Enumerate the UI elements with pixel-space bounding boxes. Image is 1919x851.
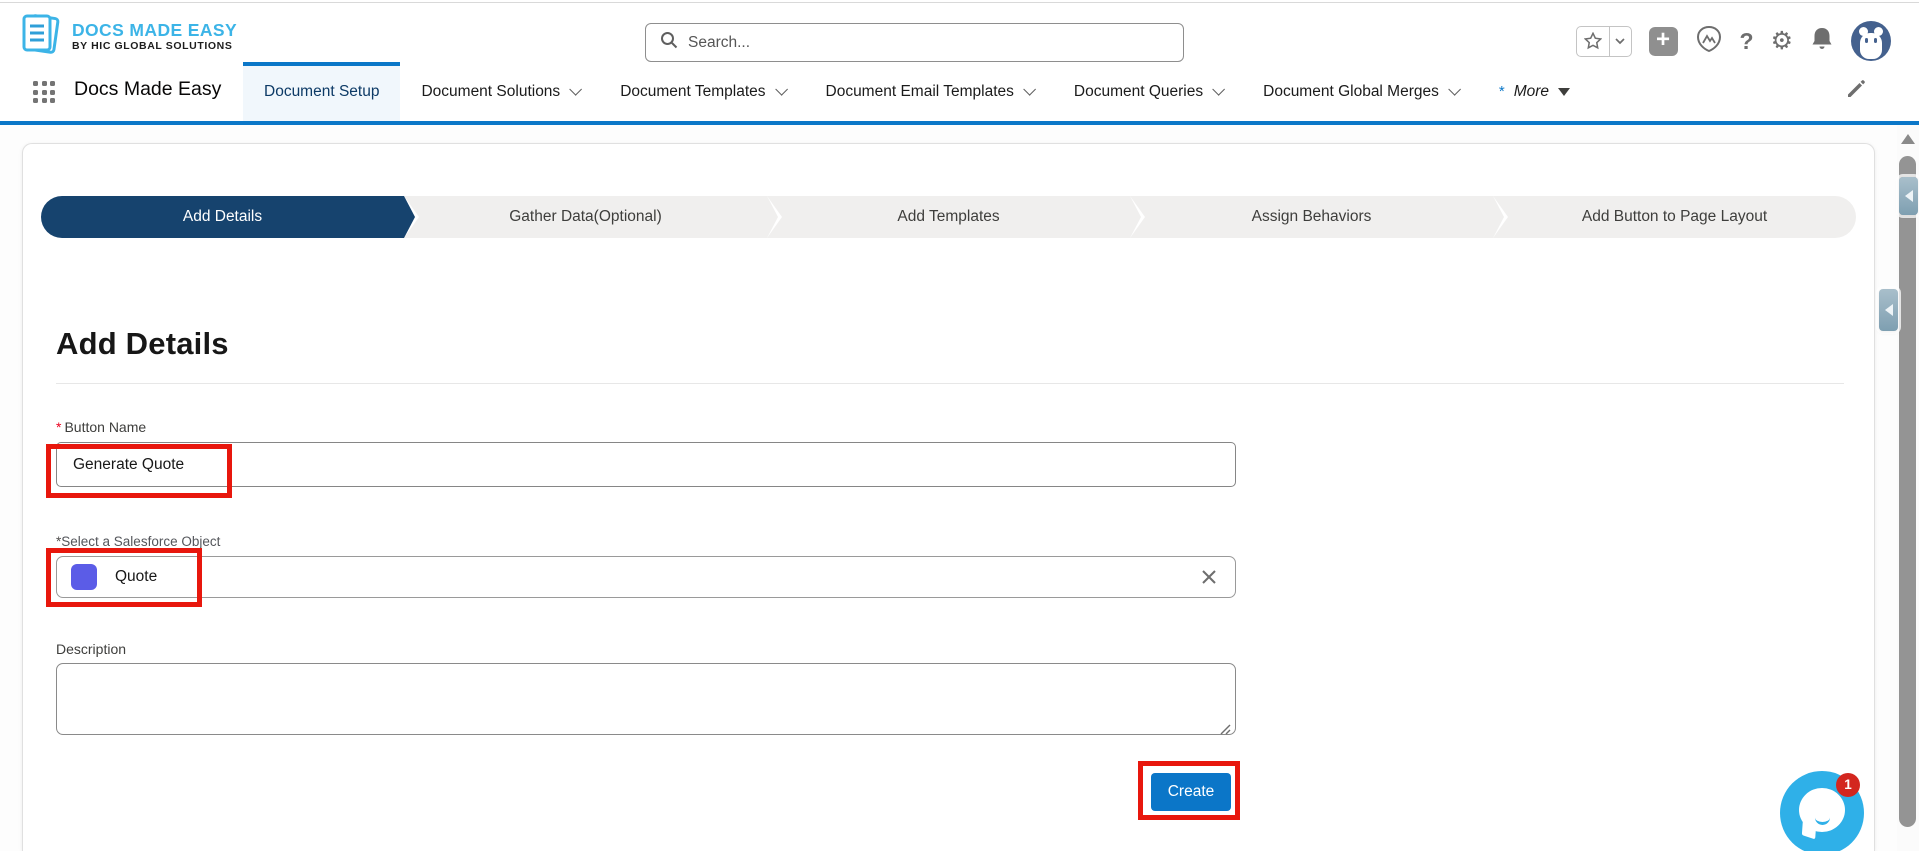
scrollbar-up-arrow-icon[interactable] xyxy=(1901,134,1915,144)
setup-gear-icon[interactable]: ⚙ xyxy=(1771,29,1793,54)
path-stage-label: Add Details xyxy=(183,208,262,226)
chevron-down-icon xyxy=(1023,83,1036,96)
chevron-down-icon xyxy=(569,83,582,96)
profile-avatar[interactable] xyxy=(1851,21,1891,61)
app-name: Docs Made Easy xyxy=(74,78,221,101)
path-stage-add-button-to-page-layout[interactable]: Add Button to Page Layout xyxy=(1493,196,1856,238)
tab-document-email-templates[interactable]: Document Email Templates xyxy=(805,62,1053,121)
chevron-down-icon xyxy=(775,83,788,96)
button-name-input[interactable] xyxy=(56,442,1236,487)
tab-document-global-merges[interactable]: Document Global Merges xyxy=(1242,62,1478,121)
favorites-star-icon[interactable] xyxy=(1577,27,1610,56)
logo-title: DOCS MADE EASY xyxy=(72,21,237,40)
description-label: Description xyxy=(56,641,126,657)
path-stage-label: Add Button to Page Layout xyxy=(1582,208,1767,226)
app-window: DOCS MADE EASY BY HIC GLOBAL SOLUTIONS xyxy=(0,0,1919,851)
path-stage-label: Gather Data(Optional) xyxy=(509,208,662,226)
app-navigation-bar: Docs Made Easy Document Setup Document S… xyxy=(0,62,1919,121)
chat-bubble-tail xyxy=(1802,821,1816,840)
page-title: Add Details xyxy=(56,326,229,362)
help-icon[interactable]: ? xyxy=(1740,28,1754,55)
description-textarea[interactable] xyxy=(56,663,1236,735)
tab-label: Document Setup xyxy=(264,83,379,101)
quote-object-icon xyxy=(71,564,97,590)
nav-tabs: Document Setup Document Solutions Docume… xyxy=(243,62,1591,121)
temporary-tab-star: * xyxy=(1499,83,1505,100)
tab-document-queries[interactable]: Document Queries xyxy=(1053,62,1242,121)
guidance-center-icon[interactable] xyxy=(1695,25,1723,58)
path-stage-label: Assign Behaviors xyxy=(1252,208,1372,226)
path-stage-gather-data[interactable]: Gather Data(Optional) xyxy=(404,196,767,238)
caret-down-icon xyxy=(1558,88,1570,96)
path-stage-assign-behaviors[interactable]: Assign Behaviors xyxy=(1130,196,1493,238)
clear-selection-icon[interactable] xyxy=(1199,567,1219,587)
scrollbar-thumb[interactable] xyxy=(1899,156,1916,827)
favorites-caret-icon[interactable] xyxy=(1610,27,1631,56)
global-search[interactable] xyxy=(645,23,1184,62)
docs-logo-icon xyxy=(18,11,64,62)
tab-label: More xyxy=(1514,83,1549,101)
tab-label: Document Email Templates xyxy=(826,83,1014,101)
chat-unread-badge: 1 xyxy=(1836,773,1860,797)
tab-document-solutions[interactable]: Document Solutions xyxy=(400,62,599,121)
tab-document-setup[interactable]: Document Setup xyxy=(243,62,400,121)
tab-document-templates[interactable]: Document Templates xyxy=(599,62,804,121)
chevron-down-icon xyxy=(1212,83,1225,96)
quick-create-plus-icon[interactable]: + xyxy=(1649,27,1678,56)
page-card: Add Details Gather Data(Optional) Add Te… xyxy=(22,143,1875,851)
search-input[interactable] xyxy=(688,34,1148,52)
app-logo: DOCS MADE EASY BY HIC GLOBAL SOLUTIONS xyxy=(18,11,237,62)
favorites-control[interactable] xyxy=(1576,26,1632,57)
chevron-down-icon xyxy=(1448,83,1461,96)
resize-grip-icon[interactable] xyxy=(1219,722,1231,740)
create-button[interactable]: Create xyxy=(1151,773,1231,811)
button-name-label: *Button Name xyxy=(56,419,146,435)
app-launcher-waffle-icon[interactable] xyxy=(33,81,55,103)
tab-more[interactable]: * More xyxy=(1478,62,1591,121)
title-divider xyxy=(56,383,1844,384)
selected-object-value: Quote xyxy=(115,568,157,586)
progress-path: Add Details Gather Data(Optional) Add Te… xyxy=(41,196,1856,238)
tab-label: Document Global Merges xyxy=(1263,83,1439,101)
path-stage-add-details[interactable]: Add Details xyxy=(41,196,404,238)
tab-label: Document Templates xyxy=(620,83,765,101)
salesforce-object-combobox[interactable]: Quote xyxy=(56,556,1236,598)
tab-label: Document Queries xyxy=(1074,83,1203,101)
notification-bell-icon[interactable] xyxy=(1810,26,1834,57)
path-stage-label: Add Templates xyxy=(897,208,999,226)
logo-subtitle: BY HIC GLOBAL SOLUTIONS xyxy=(72,40,237,53)
salesforce-object-label: *Select a Salesforce Object xyxy=(56,534,220,549)
tab-label: Document Solutions xyxy=(421,83,560,101)
edit-nav-pencil-icon[interactable] xyxy=(1845,78,1867,105)
search-icon xyxy=(660,31,678,54)
path-stage-add-templates[interactable]: Add Templates xyxy=(767,196,1130,238)
required-asterisk: * xyxy=(56,419,61,435)
panel-collapse-toggle-icon[interactable] xyxy=(1879,289,1898,331)
global-header: DOCS MADE EASY BY HIC GLOBAL SOLUTIONS xyxy=(0,3,1919,62)
panel-collapse-toggle-icon[interactable] xyxy=(1899,177,1918,215)
header-actions: + ? ⚙ xyxy=(1576,21,1891,61)
